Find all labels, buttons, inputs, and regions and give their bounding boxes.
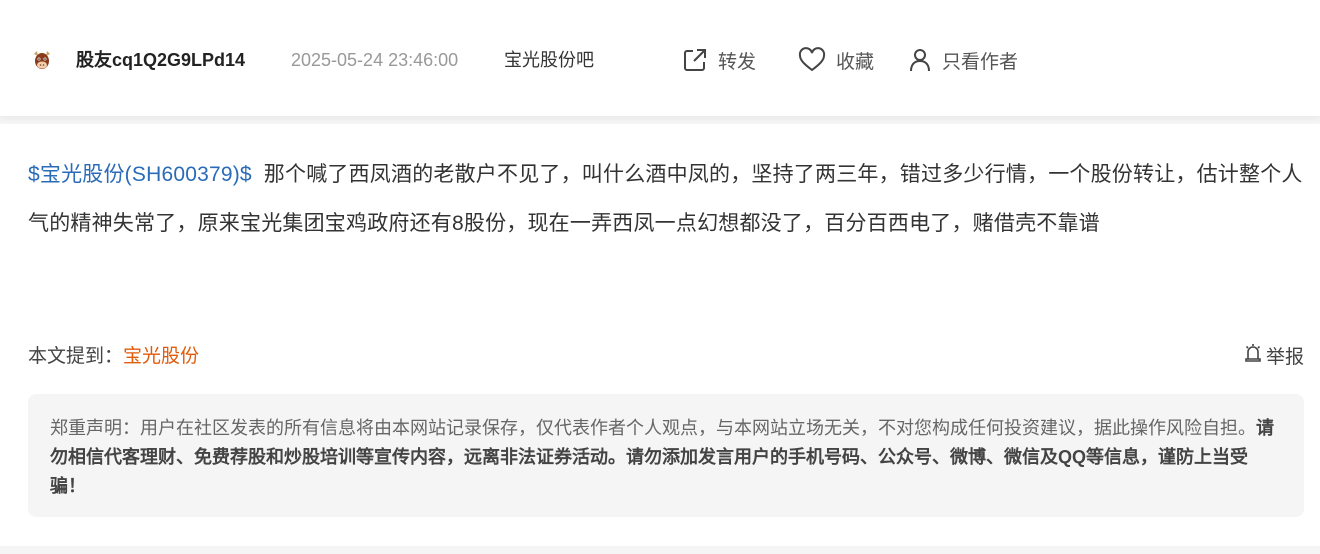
post-content: $宝光股份(SH600379)$ 那个喊了西凤酒的老散户不见了，叫什么酒中凤的，坚… [28,150,1308,248]
report-icon [1244,343,1262,372]
author-name[interactable]: 股友cq1Q2G9LPd14 [76,48,245,72]
forum-bar-link[interactable]: 宝光股份吧 [504,48,594,72]
post-time: 2025-05-24 23:46:00 [291,50,459,70]
user-icon [908,47,932,73]
share-label: 转发 [718,51,757,73]
report-button[interactable]: 举报 [1244,343,1304,372]
favorite-button[interactable]: 收藏 [798,45,874,75]
share-button[interactable]: 转发 [682,45,756,75]
only-author-button[interactable]: 只看作者 [908,45,1018,75]
cow-avatar-icon[interactable] [30,48,54,72]
stock-link[interactable]: $宝光股份(SH600379)$ [28,163,252,186]
mention-label: 本文提到： [28,346,124,367]
report-label: 举报 [1265,346,1304,368]
heart-icon [798,47,826,73]
mentioned-stock-link[interactable]: 宝光股份 [123,346,199,367]
share-icon [682,47,708,73]
post-header: 股友cq1Q2G9LPd14 2025-05-24 23:46:00 宝光股份吧… [0,0,1320,116]
disclaimer-text: 郑重声明：用户在社区发表的所有信息将由本网站记录保存，仅代表作者个人观点，与本网… [50,418,1256,438]
only-author-label: 只看作者 [942,51,1019,73]
disclaimer-box: 郑重声明：用户在社区发表的所有信息将由本网站记录保存，仅代表作者个人观点，与本网… [28,394,1304,517]
mentioned-stocks: 本文提到：宝光股份 [28,343,199,371]
favorite-label: 收藏 [836,51,875,73]
post-body-card: $宝光股份(SH600379)$ 那个喊了西凤酒的老散户不见了，叫什么酒中凤的，坚… [0,124,1320,546]
